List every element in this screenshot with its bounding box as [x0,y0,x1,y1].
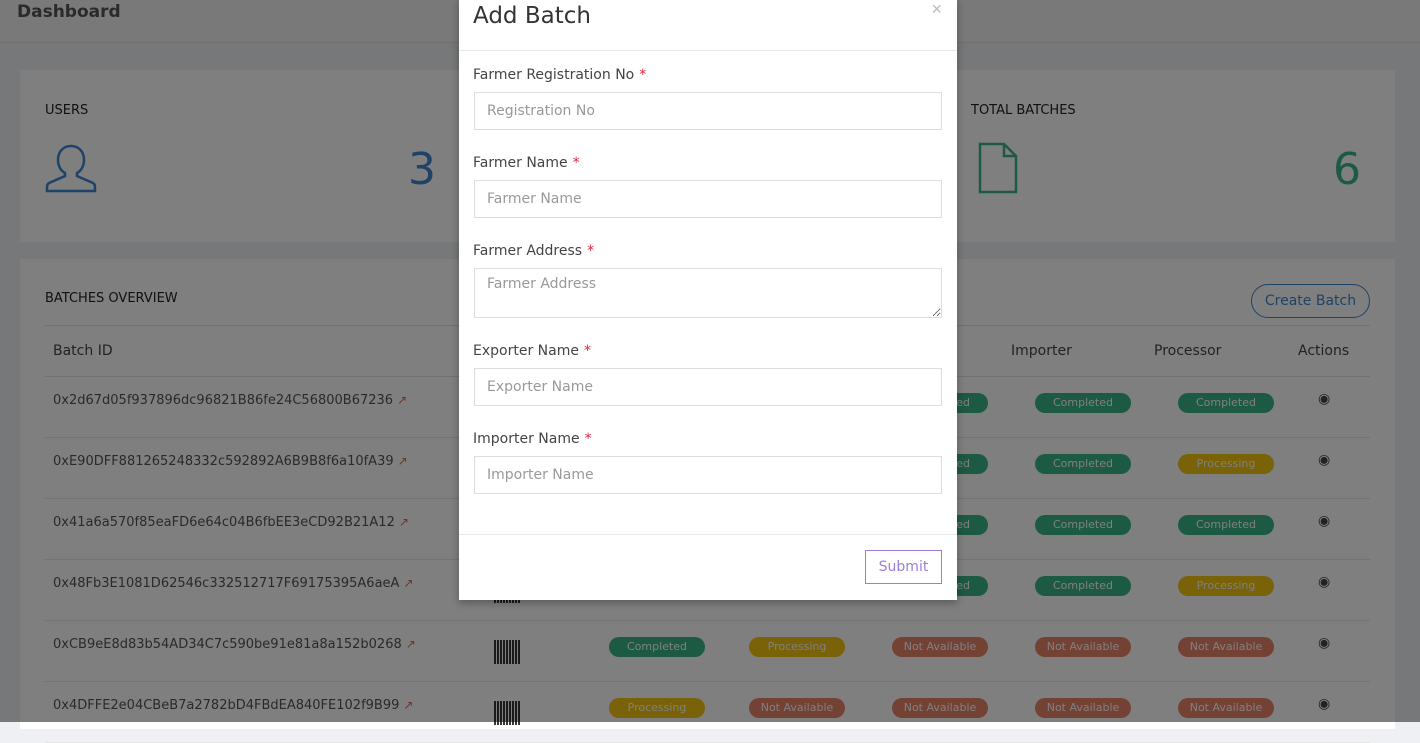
field-label: Farmer Name * [473,155,580,171]
label-text: Exporter Name [473,343,579,359]
modal-title: Add Batch [473,3,591,29]
field-label: Farmer Address * [473,243,594,259]
label-text: Farmer Name [473,155,568,171]
submit-button[interactable]: Submit [865,550,942,584]
required-marker: * [639,67,647,83]
required-marker: * [584,431,592,447]
field-input-3[interactable] [474,368,942,406]
label-text: Farmer Registration No [473,67,635,83]
label-text: Farmer Address [473,243,583,259]
field-label: Exporter Name * [473,343,591,359]
add-batch-modal: Add Batch × Farmer Registration No*Farme… [459,0,957,600]
field-input-1[interactable] [474,180,942,218]
required-marker: * [583,343,591,359]
required-marker: * [587,243,595,259]
required-marker: * [572,155,580,171]
field-label: Farmer Registration No * [473,67,646,83]
field-input-4[interactable] [474,456,942,494]
field-input-0[interactable] [474,92,942,130]
close-icon[interactable]: × [931,0,942,20]
field-label: Importer Name * [473,431,592,447]
farmer-address-input[interactable] [474,268,942,318]
label-text: Importer Name [473,431,580,447]
